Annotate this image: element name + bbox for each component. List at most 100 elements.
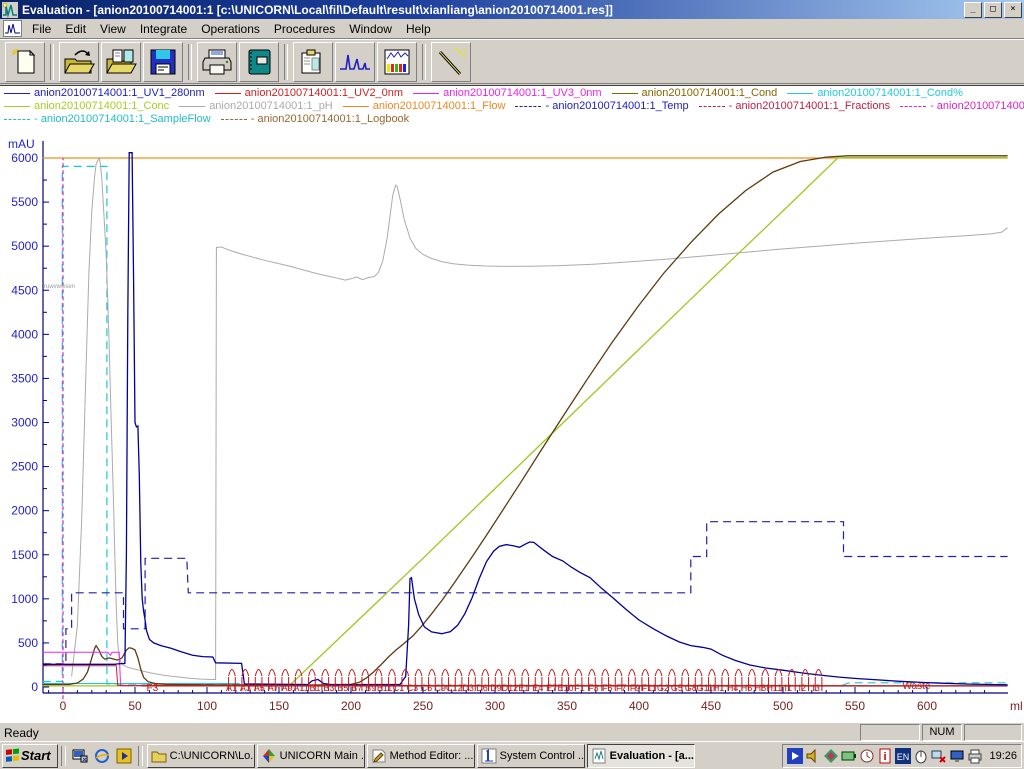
close-button[interactable]: × — [1004, 2, 1022, 18]
fraction-arc — [254, 669, 263, 677]
open-result-icon — [106, 49, 137, 73]
fraction-label: E7 — [546, 683, 557, 693]
save-floppy-button[interactable] — [143, 41, 183, 82]
fraction-arc — [721, 669, 730, 677]
tray-scheduler-icon[interactable] — [859, 748, 875, 764]
start-label: Start — [21, 748, 51, 763]
tray-battery-icon[interactable] — [841, 748, 857, 764]
internet-explorer-quicklaunch-icon[interactable] — [92, 746, 112, 766]
svg-text:i: i — [884, 751, 887, 763]
title-bar[interactable]: Evaluation - [anion20100714001:1 [c:\UNI… — [0, 0, 1024, 19]
report-clipboard-button[interactable] — [293, 41, 333, 82]
x-tick-label: 50 — [128, 699, 142, 713]
print-icon — [202, 49, 232, 74]
fraction-arc — [374, 669, 383, 677]
tray-net-disconnect-icon[interactable] — [931, 748, 947, 764]
chromatogram-peaks-button[interactable] — [335, 41, 375, 82]
fraction-label: D9 — [490, 683, 502, 693]
save-floppy-icon — [150, 49, 176, 74]
fraction-label: B7 — [351, 683, 362, 693]
fraction-arc — [281, 669, 290, 677]
fraction-label: H6 — [741, 683, 753, 693]
curve-uv1_280nm — [42, 152, 1008, 686]
fraction-label: B1 — [309, 683, 320, 693]
menu-help[interactable]: Help — [399, 20, 438, 38]
y-tick-label: 5500 — [11, 195, 38, 209]
tray-info-doc-icon[interactable]: i — [877, 748, 893, 764]
taskbar-button-method-editor[interactable]: Method Editor: ... — [366, 743, 475, 768]
taskbar-button-label: System Control ... — [499, 749, 585, 762]
open-result-button[interactable] — [101, 41, 141, 82]
toolbar-separator — [50, 43, 54, 80]
fraction-label: D3 — [462, 683, 474, 693]
taskbar-divider — [60, 745, 66, 766]
menu-edit[interactable]: Edit — [58, 20, 93, 38]
child-window-icon[interactable] — [3, 20, 22, 37]
fraction-arc — [708, 669, 716, 677]
y-tick-label: 4500 — [11, 283, 38, 297]
tray-lang-EN-icon[interactable]: EN — [895, 747, 912, 764]
fraction-label: E10 — [558, 683, 574, 693]
menu-view[interactable]: View — [93, 20, 133, 38]
evaluation-window: Evaluation - [anion20100714001:1 [c:\UNI… — [0, 0, 1024, 769]
taskbar-button-evaluation[interactable]: Evaluation - [a... — [586, 743, 695, 768]
histogram-icon — [384, 49, 410, 74]
fraction-label: G5 — [671, 683, 683, 693]
fraction-label: C6 — [421, 683, 433, 693]
fraction-label: B9 — [365, 683, 376, 693]
fraction-marks: A1 A3 A5 A7 A9 A11 B1 B3 B5 B7 B9 B11 C1 C3 C6 C9 C12 D3 D… — [142, 669, 1007, 694]
open-folder-button[interactable] — [59, 41, 99, 82]
fraction-arc — [561, 669, 570, 677]
fraction-arc — [361, 669, 370, 677]
fraction-arc — [348, 669, 356, 677]
fraction-label: E4 — [532, 683, 543, 693]
chromatogram-plot[interactable]: 0500100015002000250030003500400045005000… — [0, 86, 1024, 723]
print-button[interactable] — [197, 41, 237, 82]
fraction-arc — [694, 669, 703, 677]
menu-procedures[interactable]: Procedures — [267, 20, 342, 38]
fraction-arc — [654, 669, 663, 677]
taskbar-button-system-control[interactable]: System Control ... — [476, 743, 585, 768]
evaluation-icon — [591, 748, 607, 764]
menu-integrate[interactable]: Integrate — [133, 20, 194, 38]
media-player-quicklaunch-icon[interactable] — [114, 746, 134, 766]
tray-mouse-icon[interactable] — [913, 748, 929, 764]
minimize-button[interactable]: _ — [964, 2, 982, 18]
taskbar-button-unicorn-diamond[interactable]: UNICORN Main ... — [256, 743, 365, 768]
chromatogram-area: anion20100714001:1_UV1_280nm anion2010071… — [0, 85, 1024, 723]
menu-window[interactable]: Window — [342, 20, 399, 38]
waste-label: Waste — [903, 681, 931, 692]
start-button[interactable]: Start — [2, 743, 58, 768]
fraction-label: F11 — [642, 683, 657, 693]
y-tick-label: 2500 — [11, 460, 38, 474]
magic-wand-button[interactable] — [431, 41, 471, 82]
new-document-button[interactable] — [5, 41, 45, 82]
curve-sampleflow — [42, 165, 1008, 687]
tray-volume-icon[interactable] — [805, 748, 821, 764]
fraction-label: I1 — [785, 683, 793, 693]
unicorn-diamond-icon — [261, 748, 277, 764]
tray-network-diamond-icon[interactable] — [823, 748, 839, 764]
notebook-button[interactable] — [239, 41, 279, 82]
taskbar-button-folder[interactable]: C:\UNICORN\Lo... — [146, 743, 255, 768]
fraction-label: D12 — [502, 683, 519, 693]
y-tick-label: 500 — [18, 636, 38, 650]
histogram-button[interactable] — [377, 41, 417, 82]
tray-media-player-icon[interactable] — [787, 747, 804, 764]
menu-file[interactable]: File — [25, 20, 58, 38]
x-tick-label: 0 — [60, 699, 67, 713]
tray-display-icon[interactable] — [949, 748, 965, 764]
clock: 19:26 — [989, 749, 1017, 762]
logbook-annotation: ruwvwwsen — [44, 284, 75, 290]
x-unit-label: ml — [1010, 699, 1023, 713]
x-tick-label: 550 — [845, 699, 865, 713]
show-desktop-quicklaunch-icon[interactable] — [70, 746, 90, 766]
fraction-arc — [588, 669, 596, 677]
maximize-button[interactable]: □ — [984, 2, 1002, 18]
menu-operations[interactable]: Operations — [194, 20, 267, 38]
fraction-label: D6 — [476, 683, 488, 693]
y-tick-label: 0 — [31, 680, 38, 694]
status-pane-2 — [964, 724, 1022, 741]
tray-printer-icon[interactable] — [967, 748, 983, 764]
notebook-icon — [248, 49, 271, 74]
